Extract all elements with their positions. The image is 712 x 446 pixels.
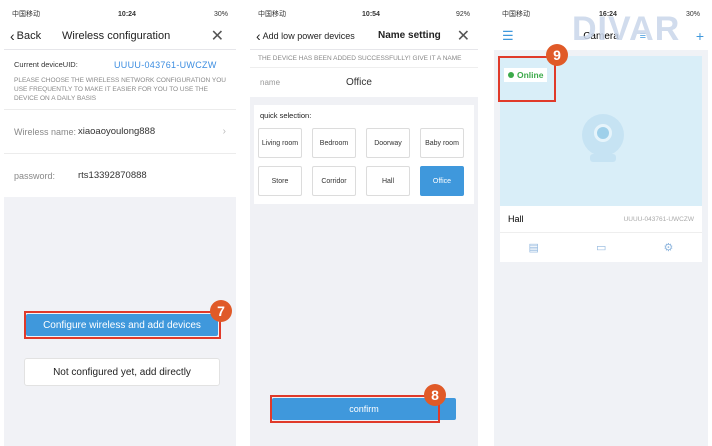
back-label: Add low power devices bbox=[262, 30, 355, 41]
name-field[interactable]: name Office bbox=[250, 67, 478, 97]
name-setting-screen: 中国移动 10:54 92% ‹ Add low power devices N… bbox=[250, 6, 478, 446]
folder-icon[interactable]: ▭ bbox=[596, 241, 606, 254]
chip-hall[interactable]: Hall bbox=[366, 166, 410, 196]
wireless-value: xiaoaoyoulong888 bbox=[78, 126, 156, 137]
back-button[interactable]: ‹ Back bbox=[4, 28, 41, 44]
chevron-left-icon: ‹ bbox=[10, 27, 15, 44]
password-label: password: bbox=[14, 170, 56, 181]
watermark-logo: DIVAR bbox=[572, 10, 681, 48]
menu-icon[interactable]: ☰ bbox=[502, 28, 514, 44]
chip-doorway[interactable]: Doorway bbox=[366, 128, 410, 158]
wireless-config-screen: 中国移动 10:24 30% ‹ Back Wireless configura… bbox=[4, 6, 236, 446]
password-value: rts13392870888 bbox=[78, 170, 147, 181]
battery-text: 92% bbox=[455, 10, 470, 18]
chip-baby-room[interactable]: Baby room bbox=[420, 128, 464, 158]
hint-text: PLEASE CHOOSE THE WIRELESS NETWORK CONFI… bbox=[14, 77, 227, 102]
device-uid: UUUU-043761-UWCZW bbox=[623, 215, 694, 223]
success-message: THE DEVICE HAS BEEN ADDED SUCCESSFULLY! … bbox=[250, 50, 478, 67]
device-actions: ▤ ▭ ⚙ bbox=[500, 232, 702, 262]
nav-bar: ‹ Add low power devices Name setting ✕ bbox=[250, 22, 478, 50]
chip-store[interactable]: Store bbox=[258, 166, 302, 196]
device-name: Hall bbox=[508, 214, 524, 224]
wireless-label: Wireless name: bbox=[14, 126, 77, 137]
camera-lens-icon bbox=[594, 124, 612, 142]
carrier-text: 中国移动 bbox=[12, 11, 40, 18]
close-icon[interactable]: ✕ bbox=[457, 26, 470, 46]
status-bar: 中国移动 10:54 92% bbox=[250, 6, 478, 22]
device-row[interactable]: Hall UUUU-043761-UWCZW bbox=[500, 206, 702, 232]
add-icon[interactable]: + bbox=[696, 28, 704, 44]
uid-row: Current deviceUID: UUUU-043761-UWCZW bbox=[4, 50, 236, 72]
page-title: Name setting bbox=[378, 30, 441, 41]
wireless-name-field[interactable]: Wireless name: xiaoaoyoulong888 › bbox=[4, 109, 236, 153]
chip-bedroom[interactable]: Bedroom bbox=[312, 128, 356, 158]
nav-bar: ‹ Back Wireless configuration ✕ bbox=[4, 22, 236, 50]
chevron-left-icon: ‹ bbox=[256, 27, 261, 44]
battery-text: 30% bbox=[213, 10, 228, 18]
back-label: Back bbox=[16, 29, 42, 42]
chip-corridor[interactable]: Corridor bbox=[312, 166, 356, 196]
page-title: Wireless configuration bbox=[62, 29, 171, 42]
quick-selection-title: quick selection: bbox=[260, 111, 312, 120]
carrier-text: 中国移动 bbox=[258, 11, 286, 18]
chip-grid: Living room Bedroom Doorway Baby room St… bbox=[258, 128, 470, 196]
uid-value: UUUU-043761-UWCZW bbox=[114, 60, 217, 70]
highlight-box bbox=[24, 311, 221, 339]
step-badge: 8 bbox=[424, 384, 446, 406]
settings-gear-icon[interactable]: ⚙ bbox=[664, 241, 674, 254]
battery-text: 30% bbox=[685, 10, 700, 18]
highlight-box bbox=[270, 395, 440, 423]
uid-label: Current deviceUID: bbox=[14, 60, 78, 69]
status-bar: 中国移动 10:24 30% bbox=[4, 6, 236, 22]
chevron-right-icon: › bbox=[222, 126, 226, 137]
close-icon[interactable]: ✕ bbox=[211, 26, 224, 46]
quick-selection-panel: quick selection: Living room Bedroom Doo… bbox=[254, 105, 474, 204]
back-button[interactable]: ‹ Add low power devices bbox=[250, 28, 355, 44]
chip-living-room[interactable]: Living room bbox=[258, 128, 302, 158]
step-badge: 7 bbox=[210, 300, 232, 322]
chip-office[interactable]: Office bbox=[420, 166, 464, 196]
carrier-text: 中国移动 bbox=[502, 11, 530, 18]
playback-icon[interactable]: ▤ bbox=[529, 241, 539, 254]
name-value: Office bbox=[346, 77, 372, 88]
time-text: 10:54 bbox=[362, 10, 380, 18]
camera-base bbox=[590, 154, 616, 162]
name-label: name bbox=[260, 78, 281, 87]
config-card: Current deviceUID: UUUU-043761-UWCZW PLE… bbox=[4, 50, 236, 197]
time-text: 10:24 bbox=[118, 10, 136, 18]
step-badge: 9 bbox=[546, 44, 568, 66]
add-directly-button[interactable]: Not configured yet, add directly bbox=[24, 358, 220, 386]
camera-list-screen: 中国移动 16:24 30% ☰ Camera ≡ + Online 9 Hal… bbox=[494, 6, 708, 446]
highlight-box bbox=[498, 56, 556, 102]
password-field[interactable]: password: rts13392870888 bbox=[4, 153, 236, 197]
